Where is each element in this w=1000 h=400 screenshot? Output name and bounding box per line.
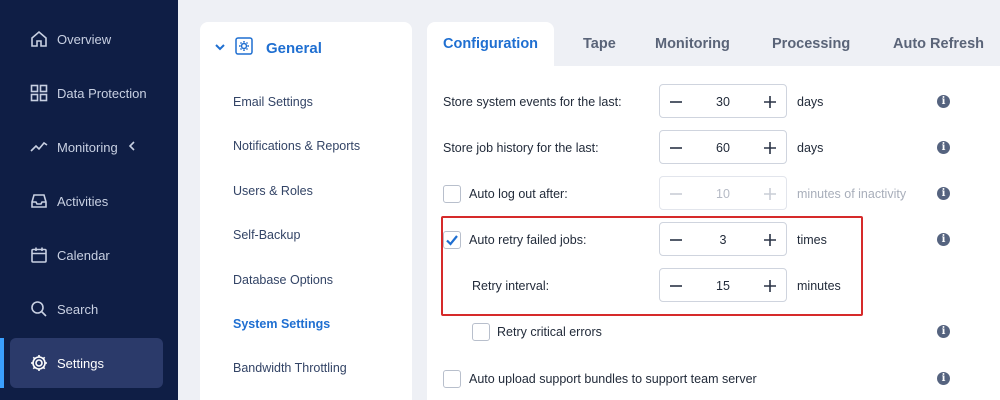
retry-critical-label: Retry critical errors: [497, 325, 602, 339]
plus-icon[interactable]: [754, 85, 786, 119]
category-users-roles[interactable]: Users & Roles: [233, 184, 313, 198]
system-events-value[interactable]: 30: [692, 85, 754, 119]
nav-search[interactable]: Search: [10, 284, 163, 334]
plus-icon[interactable]: [754, 223, 786, 257]
retry-interval-unit: minutes: [797, 279, 841, 293]
plus-icon[interactable]: [754, 131, 786, 165]
info-icon[interactable]: i: [937, 372, 950, 385]
setting-row-system-events: Store system events for the last: 30 day…: [443, 84, 973, 120]
nav-overview[interactable]: Overview: [10, 14, 163, 64]
activity-line-icon: [28, 136, 50, 158]
chevron-down-icon[interactable]: [214, 40, 226, 58]
tab-tape[interactable]: Tape: [583, 22, 616, 66]
category-self-backup[interactable]: Self-Backup: [233, 228, 300, 242]
setting-row-auto-upload: Auto upload support bundles to support t…: [443, 361, 973, 397]
minus-icon[interactable]: [660, 223, 692, 257]
search-icon: [28, 298, 50, 320]
checkmark-icon: [446, 235, 458, 246]
minus-icon[interactable]: [660, 85, 692, 119]
retry-interval-value[interactable]: 15: [692, 269, 754, 303]
sidebar: Overview Data Protection Monitoring Acti…: [0, 0, 178, 400]
general-group-header[interactable]: General: [214, 36, 322, 61]
setting-row-retry-interval: Retry interval: 15 minutes: [443, 268, 973, 304]
home-icon: [28, 28, 50, 50]
job-history-value[interactable]: 60: [692, 131, 754, 165]
setting-row-job-history: Store job history for the last: 60 days …: [443, 130, 973, 166]
category-system-settings[interactable]: System Settings: [233, 317, 330, 331]
nav-activities-label: Activities: [57, 193, 109, 209]
nav-data-protection-label: Data Protection: [57, 85, 147, 101]
retry-interval-label: Retry interval:: [472, 279, 550, 293]
auto-logout-label: Auto log out after:: [469, 187, 568, 201]
tab-bar: Configuration Tape Monitoring Processing…: [427, 22, 1000, 66]
nav-calendar[interactable]: Calendar: [10, 230, 163, 280]
auto-logout-unit: minutes of inactivity: [797, 187, 907, 201]
system-events-unit: days: [797, 95, 824, 109]
setting-row-auto-logout: Auto log out after: 10 minutes of inacti…: [443, 176, 973, 212]
setting-row-retry-critical: Retry critical errors i: [443, 314, 973, 350]
group-title: General: [266, 40, 322, 57]
retry-interval-stepper: 15: [659, 268, 787, 302]
job-history-unit: days: [797, 141, 824, 155]
auto-logout-checkbox[interactable]: [443, 185, 461, 203]
minus-icon[interactable]: [660, 131, 692, 165]
auto-retry-stepper: 3: [659, 222, 787, 256]
auto-logout-stepper: 10: [659, 176, 787, 210]
auto-retry-unit: times: [797, 233, 827, 247]
setting-row-auto-retry: Auto retry failed jobs: 3 times i: [443, 222, 973, 258]
tab-processing[interactable]: Processing: [772, 22, 850, 66]
info-icon[interactable]: i: [937, 187, 950, 200]
settings-gear-icon: [234, 36, 254, 61]
nav-overview-label: Overview: [57, 31, 112, 47]
auto-retry-label: Auto retry failed jobs:: [469, 233, 587, 247]
system-events-label: Store system events for the last:: [443, 95, 622, 109]
tab-auto-refresh[interactable]: Auto Refresh: [893, 22, 984, 66]
retry-critical-checkbox[interactable]: [472, 323, 490, 341]
auto-retry-value[interactable]: 3: [692, 223, 754, 257]
nav-search-label: Search: [57, 301, 99, 317]
system-events-stepper: 30: [659, 84, 787, 118]
nav-calendar-label: Calendar: [57, 247, 110, 263]
auto-retry-checkbox[interactable]: [443, 231, 461, 249]
plus-icon: [754, 177, 786, 211]
settings-content-panel: Configuration Tape Monitoring Processing…: [427, 22, 1000, 400]
tab-configuration[interactable]: Configuration: [427, 22, 555, 66]
nav-settings-label: Settings: [57, 355, 104, 371]
nav-monitoring-label: Monitoring: [57, 139, 118, 155]
category-database-options[interactable]: Database Options: [233, 273, 333, 287]
job-history-stepper: 60: [659, 130, 787, 164]
chevron-left-icon: [126, 140, 138, 155]
plus-icon[interactable]: [754, 269, 786, 303]
nav-data-protection[interactable]: Data Protection: [10, 68, 163, 118]
auto-logout-value: 10: [716, 187, 730, 201]
nav-activities[interactable]: Activities: [10, 176, 163, 226]
info-icon[interactable]: i: [937, 141, 950, 154]
auto-upload-label: Auto upload support bundles to support t…: [469, 372, 757, 386]
inbox-icon: [28, 190, 50, 212]
tab-monitoring[interactable]: Monitoring: [655, 22, 730, 66]
auto-upload-checkbox[interactable]: [443, 370, 461, 388]
info-icon[interactable]: i: [937, 95, 950, 108]
job-history-label: Store job history for the last:: [443, 141, 599, 155]
grid-icon: [28, 82, 50, 104]
minus-icon[interactable]: [660, 269, 692, 303]
calendar-icon: [28, 244, 50, 266]
info-icon[interactable]: i: [937, 233, 950, 246]
settings-category-panel: General Email Settings Notifications & R…: [200, 22, 412, 400]
nav-settings[interactable]: Settings: [0, 338, 163, 388]
info-icon[interactable]: i: [937, 325, 950, 338]
gear-icon: [28, 352, 50, 374]
category-bandwidth-throttling[interactable]: Bandwidth Throttling: [233, 361, 347, 375]
minus-icon: [660, 177, 692, 211]
category-email-settings[interactable]: Email Settings: [233, 95, 313, 109]
category-notifications-reports[interactable]: Notifications & Reports: [233, 139, 360, 153]
nav-monitoring[interactable]: Monitoring: [10, 122, 163, 172]
